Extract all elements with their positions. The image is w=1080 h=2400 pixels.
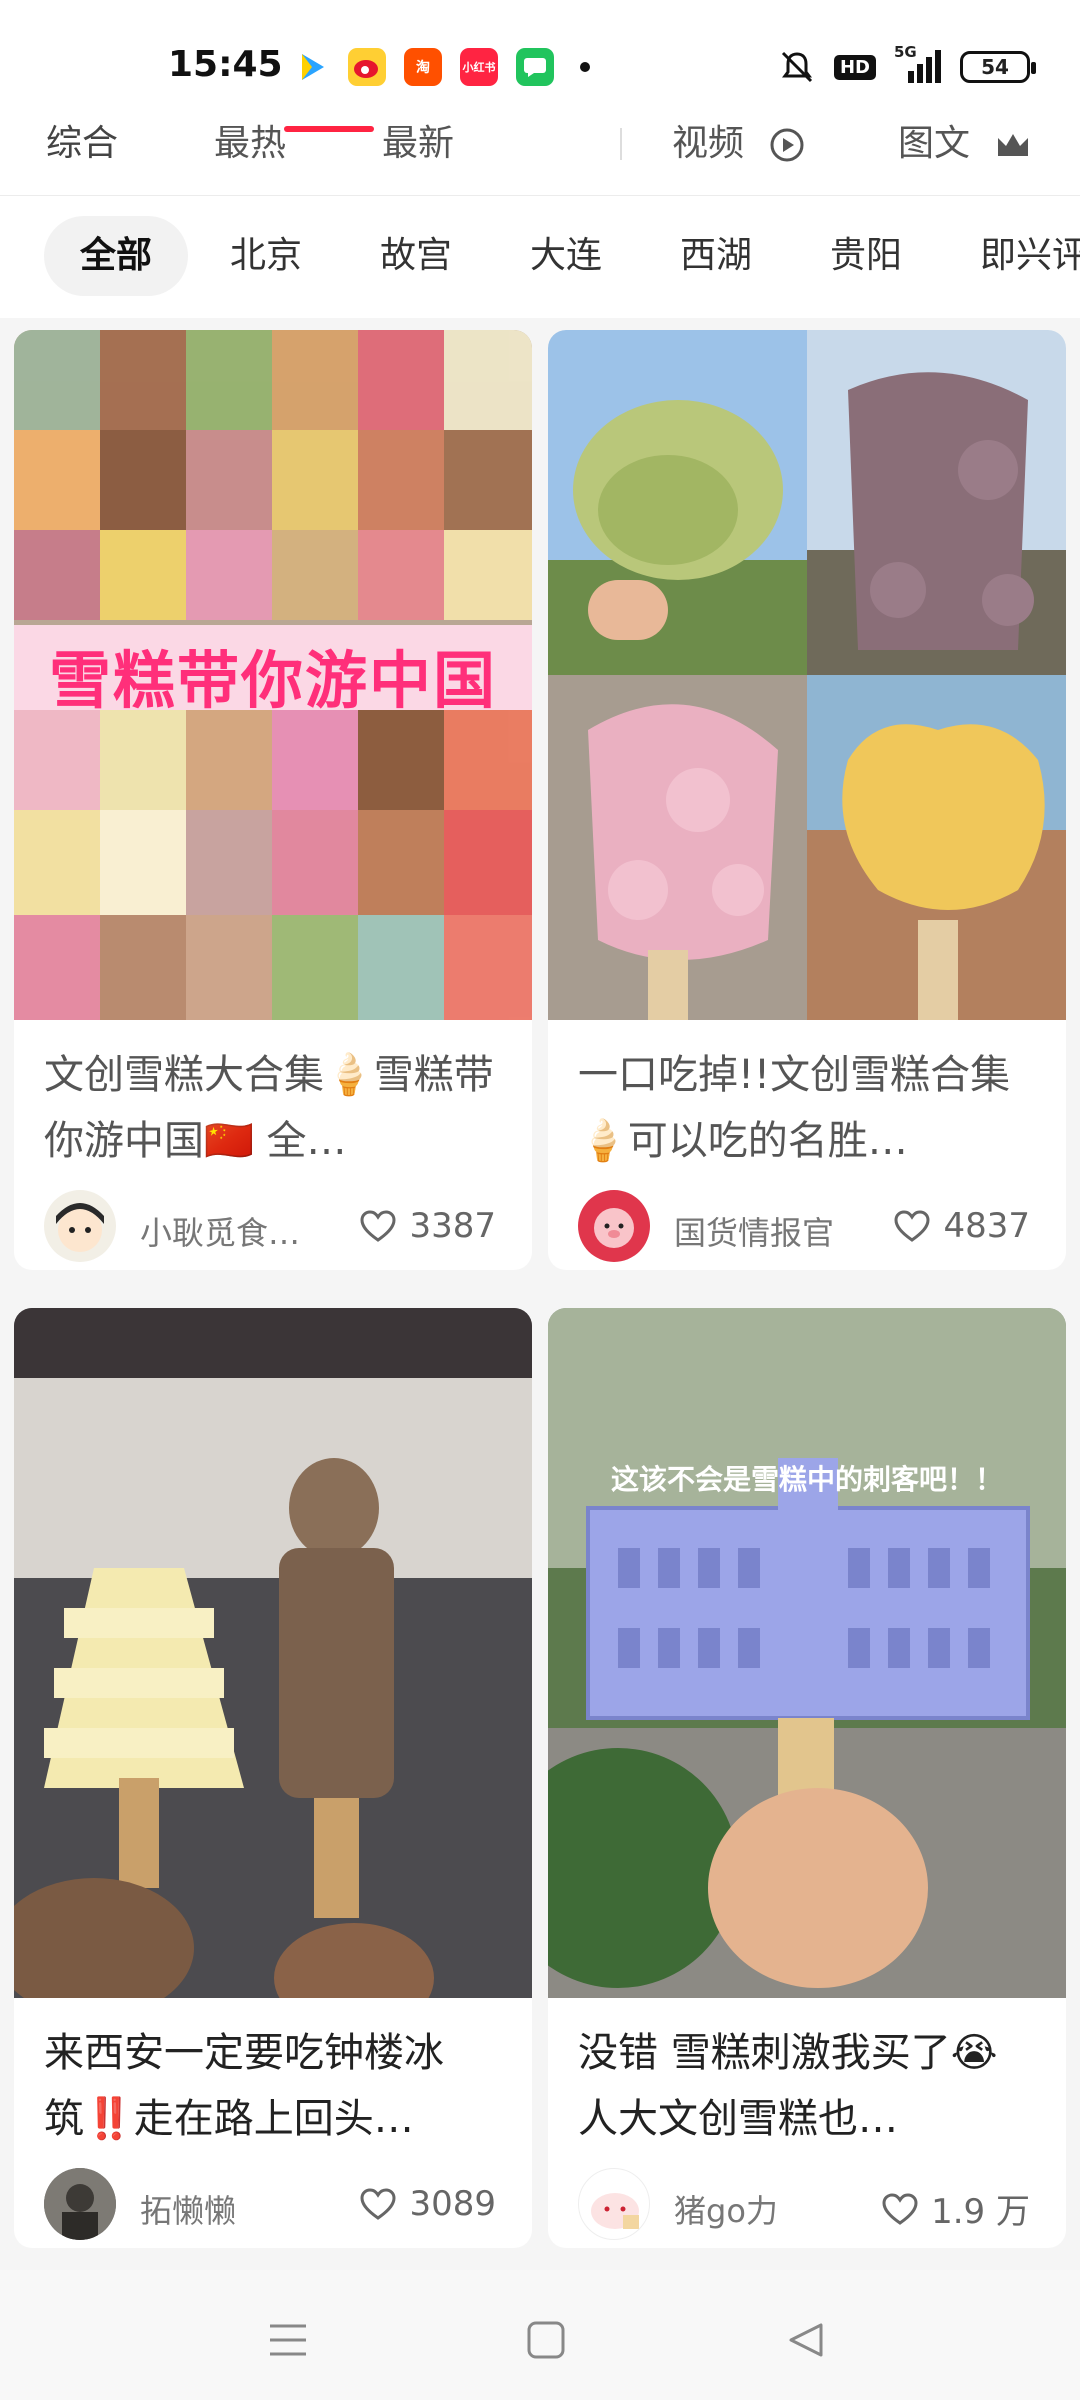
author-name[interactable]: 国货情报官: [674, 1208, 864, 1254]
home-square-icon: [527, 2321, 565, 2359]
tab-active-indicator: [284, 126, 374, 132]
card-title[interactable]: 一口吃掉!!文创雪糕合集🍦可以吃的名胜…: [548, 1020, 1066, 1180]
tab-newest[interactable]: 最新: [382, 114, 454, 166]
play-circle-icon: [770, 128, 804, 162]
feed-card[interactable]: 一口吃掉!!文创雪糕合集🍦可以吃的名胜… 国货情报官 4837: [548, 330, 1066, 1270]
card-title[interactable]: 文创雪糕大合集🍦雪糕带你游中国🇨🇳 全…: [14, 1020, 532, 1180]
weibo-icon: [348, 48, 386, 86]
category-chips: 全部 北京 故宫 大连 西湖 贵阳 即兴评: [0, 196, 1080, 318]
author-name[interactable]: 小耿觅食…: [140, 1208, 330, 1254]
avatar[interactable]: [578, 2168, 650, 2240]
renmin-popsicle-photo-image: [548, 1308, 1066, 1998]
card-meta: 拓懒懒 3089: [14, 2158, 532, 2248]
status-time: 15:45: [168, 44, 283, 85]
menu-icon: [270, 2324, 306, 2356]
like-count: 3089: [409, 2184, 496, 2224]
xian-popsicles-photo-image: [14, 1308, 532, 1998]
chip-jixing[interactable]: 即兴评: [944, 216, 1080, 296]
card-image[interactable]: [14, 1308, 532, 1998]
taobao-icon: 淘: [404, 48, 442, 86]
card-image[interactable]: 这该不会是雪糕中的刺客吧！！: [548, 1308, 1066, 1998]
heart-icon: [360, 1210, 396, 1242]
battery-icon: 54: [960, 51, 1036, 83]
like-count: 3387: [409, 1206, 496, 1246]
like-count: 4837: [943, 1206, 1030, 1246]
card-image-caption: 雪糕带你游中国: [48, 644, 497, 717]
chip-dalian[interactable]: 大连: [494, 216, 638, 296]
message-icon: [516, 48, 554, 86]
card-image-caption: 这该不会是雪糕中的刺客吧！！: [610, 1463, 1003, 1496]
tab-video-label: 视频: [672, 123, 745, 164]
back-button[interactable]: [776, 2310, 836, 2370]
feed-card[interactable]: 来西安一定要吃钟楼冰筑‼️走在路上回头… 拓懒懒 3089: [14, 1308, 532, 2248]
tab-image-text-label: 图文: [898, 123, 971, 164]
tab-divider: [620, 128, 622, 160]
card-image[interactable]: [548, 330, 1066, 1020]
chip-guiyang[interactable]: 贵阳: [794, 216, 938, 296]
card-title[interactable]: 来西安一定要吃钟楼冰筑‼️走在路上回头…: [14, 1998, 532, 2158]
play-icon: [292, 48, 330, 86]
heart-icon: [882, 2192, 918, 2225]
notification-dot-icon: [580, 62, 590, 72]
home-button[interactable]: [516, 2310, 576, 2370]
xiaohongshu-icon: 小红书: [460, 48, 498, 86]
status-right: HD 5G 54: [778, 43, 1036, 86]
top-tabs: 综合 最热 最新 视频 图文: [0, 110, 1080, 196]
card-meta: 国货情报官 4837: [548, 1180, 1066, 1270]
like-button[interactable]: 3089: [359, 2184, 496, 2224]
mute-icon: [781, 51, 813, 83]
card-title[interactable]: 没错 雪糕刺激我买了😭 人大文创雪糕也…: [548, 1998, 1066, 2158]
card-meta: 小耿觅食… 3387: [14, 1180, 532, 1270]
feed: 雪糕带你游中国 文创雪糕大合集🍦雪糕带你游中国🇨🇳 全… 小耿觅食… 3387: [0, 318, 1080, 2270]
battery-level: 54: [981, 55, 1009, 79]
tab-video[interactable]: 视频: [672, 114, 805, 166]
feed-card[interactable]: 这该不会是雪糕中的刺客吧！！ 没错 雪糕刺激我买了😭 人大文创雪糕也… 猪go力…: [548, 1308, 1066, 2248]
like-button[interactable]: 1.9 万: [881, 2184, 1030, 2233]
system-nav-bar: [0, 2270, 1080, 2400]
heart-icon: [894, 1210, 930, 1242]
back-triangle-icon: [789, 2323, 823, 2357]
chip-gugong[interactable]: 故宫: [344, 216, 488, 296]
menu-button[interactable]: [258, 2310, 318, 2370]
popsicle-photo-grid-image: [548, 330, 1066, 1020]
like-count: 1.9 万: [931, 2192, 1030, 2232]
like-button[interactable]: 4837: [893, 1206, 1030, 1246]
avatar[interactable]: [44, 1190, 116, 1262]
tab-image-text[interactable]: 图文: [898, 114, 1031, 166]
chip-all[interactable]: 全部: [44, 216, 189, 296]
signal-icon: 5G: [894, 43, 942, 85]
card-meta: 猪go力 1.9 万: [548, 2158, 1066, 2248]
chip-xihu[interactable]: 西湖: [644, 216, 788, 296]
chip-beijing[interactable]: 北京: [194, 216, 338, 296]
hd-badge: HD: [833, 54, 876, 80]
tab-hottest[interactable]: 最热: [214, 114, 286, 166]
author-name[interactable]: 拓懒懒: [140, 2186, 330, 2232]
avatar[interactable]: [578, 1190, 650, 1262]
feed-card[interactable]: 雪糕带你游中国 文创雪糕大合集🍦雪糕带你游中国🇨🇳 全… 小耿觅食… 3387: [14, 330, 532, 1270]
author-name[interactable]: 猪go力: [674, 2186, 864, 2232]
card-image[interactable]: 雪糕带你游中国: [14, 330, 532, 1020]
tab-comprehensive[interactable]: 综合: [46, 114, 118, 166]
status-app-icons: 淘 小红书: [292, 48, 590, 86]
crown-icon: [998, 134, 1029, 156]
like-button[interactable]: 3387: [359, 1206, 496, 1246]
avatar[interactable]: [44, 2168, 116, 2240]
heart-icon: [360, 2188, 396, 2220]
